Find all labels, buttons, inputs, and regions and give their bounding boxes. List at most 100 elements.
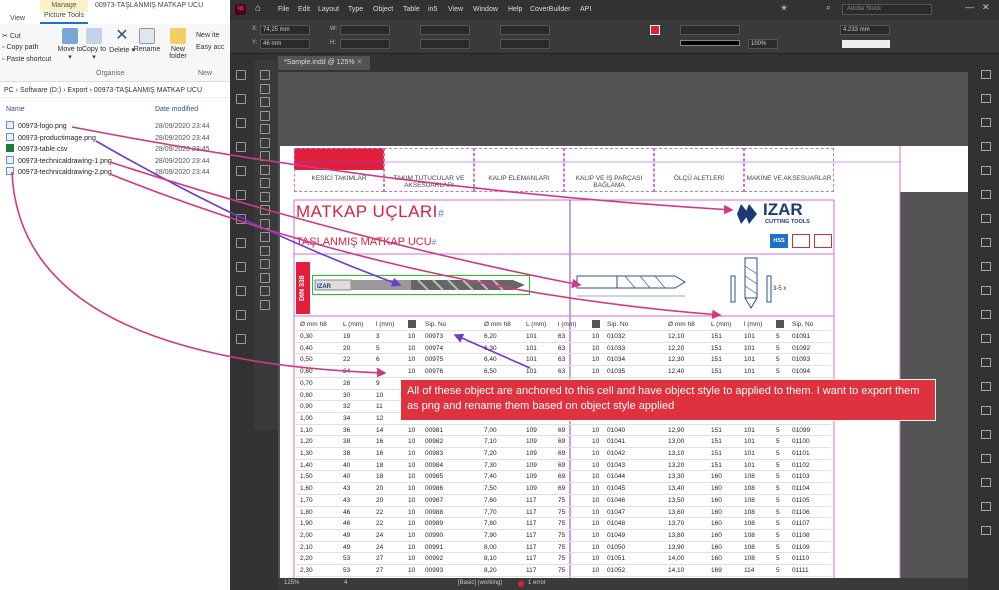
file-row[interactable]: 00973-productimage.png 28/09/2020 23:44 [6, 132, 230, 144]
table-cell[interactable]: 20 [376, 497, 383, 504]
right-panel-20-icon[interactable] [981, 526, 991, 535]
coating-icon[interactable] [792, 234, 810, 248]
table-cell[interactable]: 7,50 [484, 485, 497, 492]
table-cell[interactable]: 13,00 [668, 438, 684, 445]
right-panel-11-icon[interactable] [981, 310, 991, 319]
table-cell[interactable]: 6,40 [484, 356, 497, 363]
direct-selection-tool-icon[interactable] [260, 83, 270, 94]
new-folder-button[interactable]: New folder [164, 28, 192, 60]
table-cell[interactable]: 10 [408, 532, 415, 539]
panel-4-icon[interactable] [236, 142, 246, 152]
new-item-button[interactable]: New ite [196, 32, 219, 39]
table-cell[interactable]: 13,20 [668, 462, 684, 469]
table-cell[interactable]: 160 [711, 497, 722, 504]
table-cell[interactable]: 75 [558, 509, 565, 516]
table-cell[interactable]: 10 [408, 450, 415, 457]
page-number[interactable]: 4 [344, 580, 347, 586]
table-cell[interactable]: 108 [744, 497, 755, 504]
pen-tool-icon[interactable] [260, 164, 270, 175]
h-field[interactable] [340, 39, 390, 49]
table-cell[interactable]: 10 [592, 345, 599, 352]
table-cell[interactable]: 01047 [607, 509, 625, 516]
table-cell[interactable]: 18 [376, 462, 383, 469]
table-cell[interactable]: 101 [744, 345, 755, 352]
table-cell[interactable]: 1,90 [300, 520, 313, 527]
table-cell[interactable]: 5 [776, 427, 780, 434]
table-cell[interactable]: 5 [776, 450, 780, 457]
right-panel-5-icon[interactable] [981, 166, 991, 175]
panel-2-icon[interactable] [236, 94, 246, 104]
right-panel-1-icon[interactable] [981, 70, 991, 79]
table-cell[interactable]: 01110 [792, 555, 809, 562]
table-cell[interactable]: 01043 [607, 462, 625, 469]
table-cell[interactable]: 151 [711, 438, 722, 445]
table-cell[interactable]: 24 [376, 544, 383, 551]
right-panel-15-icon[interactable] [981, 406, 991, 415]
table-cell[interactable]: 6,50 [484, 368, 497, 375]
table-cell[interactable]: 10 [592, 450, 599, 457]
technical-drawing-1[interactable] [575, 268, 695, 300]
table-cell[interactable]: 101 [744, 450, 755, 457]
table-cell[interactable]: 8,20 [484, 567, 497, 574]
hand-tool-icon[interactable] [260, 286, 270, 296]
menu-api[interactable]: API [580, 6, 591, 13]
gradient-tool-icon[interactable] [260, 245, 270, 256]
table-cell[interactable]: 108 [744, 520, 755, 527]
table-cell[interactable]: 108 [744, 544, 755, 551]
file-row[interactable]: 00973-technicaldrawing-2.png 28/09/2020 2… [6, 167, 230, 178]
selection-tool-icon[interactable] [260, 70, 270, 80]
right-panel-8-icon[interactable] [981, 238, 991, 247]
table-cell[interactable]: 108 [744, 473, 755, 480]
table-cell[interactable]: 7,40 [484, 473, 497, 480]
content-collector-tool-icon[interactable] [260, 124, 270, 134]
table-cell[interactable]: 01105 [792, 497, 810, 504]
table-cell[interactable]: 00990 [425, 532, 443, 539]
pencil-tool-icon[interactable] [260, 178, 270, 188]
table-cell[interactable]: 160 [711, 509, 722, 516]
table-cell[interactable]: 101 [526, 333, 537, 340]
table-cell[interactable]: 1,40 [300, 462, 313, 469]
table-cell[interactable]: 101 [744, 427, 755, 434]
table-cell[interactable]: 1,00 [300, 415, 313, 422]
table-cell[interactable]: 40 [343, 462, 350, 469]
file-row[interactable]: 00973-table.csv 28/09/2020 23:45 [6, 144, 230, 155]
table-cell[interactable]: 1,60 [300, 485, 313, 492]
table-cell[interactable]: 27 [376, 567, 383, 574]
right-panel-7-icon[interactable] [981, 214, 991, 223]
paste-shortcut-button[interactable]: ▫ Paste shortcut [2, 56, 51, 63]
table-cell[interactable]: 151 [711, 333, 722, 340]
table-cell[interactable]: 53 [343, 555, 350, 562]
right-panel-10-icon[interactable] [981, 286, 991, 295]
stroke-weight-field[interactable] [680, 25, 740, 35]
table-cell[interactable]: 5 [776, 520, 780, 527]
table-cell[interactable]: 10 [408, 497, 415, 504]
table-cell[interactable]: 12,90 [668, 427, 684, 434]
table-cell[interactable]: 160 [711, 520, 722, 527]
table-cell[interactable]: 69 [558, 473, 565, 480]
table-cell[interactable]: 01050 [607, 544, 625, 551]
table-cell[interactable]: 10 [408, 368, 415, 375]
table-cell[interactable]: 00985 [425, 473, 443, 480]
table-cell[interactable]: 01106 [792, 509, 810, 516]
table-cell[interactable]: 00984 [425, 462, 443, 469]
rename-button[interactable]: Rename [133, 28, 161, 53]
table-cell[interactable]: 12 [376, 415, 383, 422]
table-cell[interactable]: 32 [343, 403, 350, 410]
menu-help[interactable]: Help [508, 6, 522, 13]
table-cell[interactable]: 63 [558, 333, 565, 340]
table-cell[interactable]: 69 [558, 427, 565, 434]
table-cell[interactable]: 01048 [607, 520, 625, 527]
panel-11-icon[interactable] [236, 310, 246, 320]
table-cell[interactable]: 101 [744, 462, 755, 469]
table-cell[interactable]: 10 [408, 509, 415, 516]
table-cell[interactable]: 00982 [425, 438, 443, 445]
table-cell[interactable]: 5 [776, 356, 780, 363]
hss-badge[interactable]: HSS [770, 234, 788, 248]
right-panel-19-icon[interactable] [981, 502, 991, 511]
table-cell[interactable]: 160 [711, 473, 722, 480]
table-cell[interactable]: 151 [711, 356, 722, 363]
table-cell[interactable]: 01102 [792, 462, 810, 469]
table-cell[interactable]: 10 [408, 462, 415, 469]
table-cell[interactable]: 00992 [425, 555, 443, 562]
table-cell[interactable]: 5 [776, 497, 780, 504]
